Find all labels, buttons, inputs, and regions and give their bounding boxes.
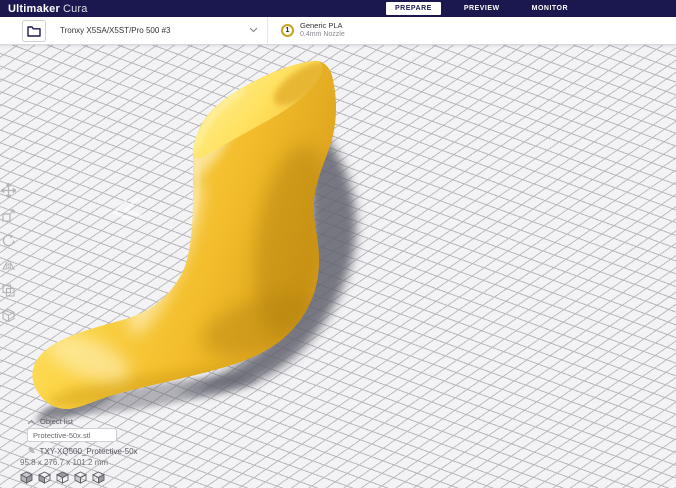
stage-tabs: PREPARE PREVIEW MONITOR bbox=[386, 1, 577, 16]
chevron-up-icon bbox=[27, 419, 36, 424]
per-model-settings-tool-button[interactable] bbox=[1, 283, 16, 298]
printer-selector[interactable]: Tronxy X5SA/X5ST/Pro 500 #3 bbox=[48, 17, 268, 44]
mirror-tool-button[interactable] bbox=[1, 258, 16, 273]
support-blocker-tool-button[interactable] bbox=[1, 308, 16, 323]
tool-column bbox=[1, 183, 16, 323]
tab-preview[interactable]: PREVIEW bbox=[455, 2, 509, 15]
folder-icon bbox=[27, 26, 41, 37]
object-list-item[interactable]: Protective-50x.stl bbox=[27, 428, 117, 442]
view-front-button[interactable] bbox=[37, 470, 51, 485]
object-file-name: Protective-50x.stl bbox=[33, 430, 91, 440]
rotate-tool-button[interactable] bbox=[1, 233, 16, 248]
move-tool-button[interactable] bbox=[1, 183, 16, 198]
app-header: Ultimaker Cura PREPARE PREVIEW MONITOR bbox=[0, 0, 676, 17]
view-3d-button[interactable] bbox=[19, 470, 33, 485]
material-info: Generic PLA 0.4mm Nozzle bbox=[300, 21, 345, 39]
view-top-button[interactable] bbox=[55, 470, 69, 485]
support-blocker-icon bbox=[2, 308, 15, 323]
cube-3d-icon bbox=[19, 471, 33, 484]
material-type: Generic PLA bbox=[300, 21, 343, 31]
job-name: TXY-XQ500_Protective-50x bbox=[39, 447, 138, 456]
object-list-label: Object list bbox=[40, 417, 73, 426]
camera-view-presets bbox=[19, 470, 105, 485]
move-icon bbox=[1, 183, 16, 198]
configuration-toolbar: Tronxy X5SA/X5ST/Pro 500 #3 1 Generic PL… bbox=[0, 17, 676, 45]
view-left-button[interactable] bbox=[73, 470, 87, 485]
job-name-row[interactable]: ✎ TXY-XQ500_Protective-50x bbox=[28, 446, 138, 457]
product-name: Cura bbox=[62, 2, 88, 15]
printer-name: Tronxy X5SA/X5ST/Pro 500 #3 bbox=[60, 26, 171, 35]
3d-viewport[interactable] bbox=[0, 45, 676, 488]
brand-name: Ultimaker bbox=[8, 2, 60, 15]
nozzle-size: 0.4mm Nozzle bbox=[300, 30, 345, 38]
cube-front-icon bbox=[37, 471, 51, 484]
tab-monitor[interactable]: MONITOR bbox=[523, 2, 577, 15]
object-list-toggle[interactable]: Object list bbox=[27, 417, 73, 426]
scale-icon bbox=[2, 209, 15, 222]
cura-window: Ultimaker Cura PREPARE PREVIEW MONITOR Tr… bbox=[0, 0, 676, 488]
cube-top-icon bbox=[55, 471, 69, 484]
model-dimensions: 95.8 x 276.7 x 101.2 mm bbox=[20, 458, 109, 467]
open-file-button[interactable] bbox=[22, 20, 46, 42]
per-model-settings-icon bbox=[2, 284, 15, 297]
app-logo: Ultimaker Cura bbox=[8, 3, 88, 15]
cube-left-icon bbox=[73, 471, 87, 484]
mirror-icon bbox=[2, 260, 15, 272]
rotate-icon bbox=[2, 234, 15, 247]
cube-right-icon bbox=[91, 471, 105, 484]
material-selector[interactable]: 1 Generic PLA 0.4mm Nozzle bbox=[268, 17, 345, 44]
view-right-button[interactable] bbox=[91, 470, 105, 485]
scale-tool-button[interactable] bbox=[1, 208, 16, 223]
extruder-badge: 1 bbox=[281, 24, 294, 37]
edit-pencil-icon: ✎ bbox=[28, 446, 36, 456]
chevron-down-icon bbox=[249, 27, 258, 33]
tab-prepare[interactable]: PREPARE bbox=[386, 2, 441, 15]
